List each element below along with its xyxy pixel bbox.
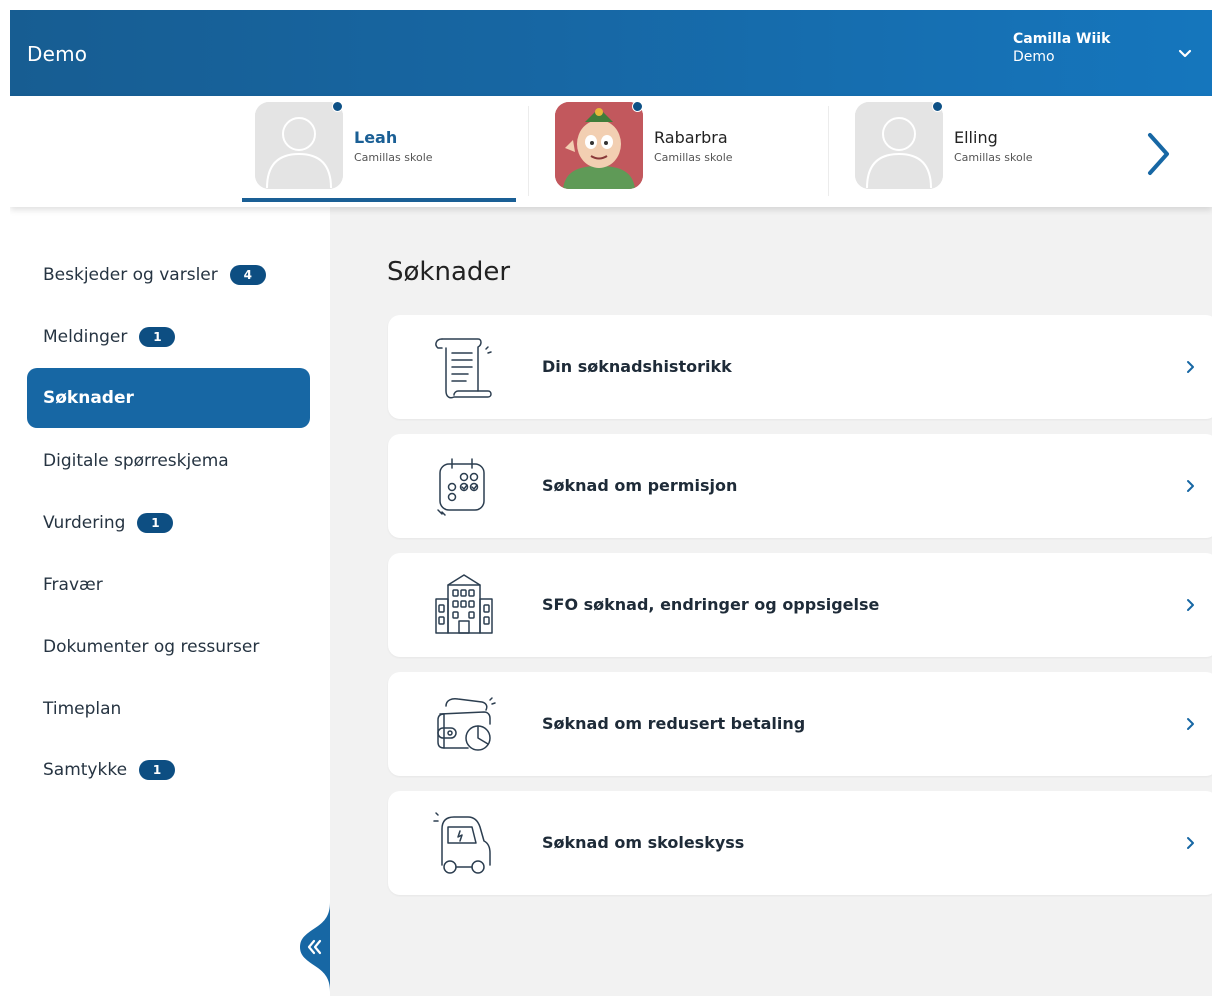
person-silhouette-icon [855, 102, 943, 189]
count-badge: 1 [139, 327, 176, 347]
child-name: Leah [354, 128, 398, 147]
sidebar-item-beskjeder[interactable]: Beskjeder og varsler 4 [27, 245, 310, 305]
app-title: Demo [27, 42, 88, 66]
count-badge: 1 [139, 760, 176, 780]
card-soknadshistorikk[interactable]: Din søknadshistorikk [388, 315, 1212, 419]
collapse-sidebar-button[interactable] [290, 902, 330, 992]
child-name: Rabarbra [654, 128, 728, 147]
user-name: Camilla Wiik [1013, 31, 1111, 47]
card-permisjon[interactable]: Søknad om permisjon [388, 434, 1212, 538]
sidebar-item-meldinger[interactable]: Meldinger 1 [27, 307, 310, 367]
sidebar-item-label: Timeplan [43, 699, 122, 719]
chevron-right-icon [1187, 718, 1194, 730]
sidebar-item-label: Meldinger [43, 327, 128, 347]
sidebar-item-digitale-sporreskjema[interactable]: Digitale spørreskjema [27, 431, 310, 491]
school-building-icon [435, 574, 493, 634]
child-name: Elling [954, 128, 998, 147]
sidebar-nav: Beskjeder og varsler 4 Meldinger 1 Søkna… [10, 207, 330, 996]
child-school: Camillas skole [354, 151, 433, 164]
sidebar-item-fravaer[interactable]: Fravær [27, 555, 310, 615]
sidebar-item-vurdering[interactable]: Vurdering 1 [27, 493, 310, 553]
notification-dot [932, 101, 943, 112]
sidebar-item-dokumenter[interactable]: Dokumenter og ressurser [27, 617, 310, 677]
card-skoleskyss[interactable]: Søknad om skoleskyss [388, 791, 1212, 895]
wallet-coins-icon [437, 697, 496, 751]
child-tab-leah[interactable]: Leah Camillas skole [242, 96, 516, 207]
sidebar-item-label: Digitale spørreskjema [43, 451, 229, 471]
cartoon-girl-avatar-icon [555, 102, 643, 189]
chevron-right-icon[interactable] [1143, 131, 1173, 177]
divider [828, 106, 829, 196]
sidebar-item-label: Fravær [43, 575, 103, 595]
chevron-right-icon [1187, 361, 1194, 373]
avatar-cartoon [555, 102, 643, 189]
sidebar-item-label: Vurdering [43, 513, 126, 533]
sidebar-item-label: Dokumenter og ressurser [43, 637, 260, 657]
page-title: Søknader [387, 257, 511, 287]
card-label: Søknad om permisjon [542, 476, 738, 495]
card-label: Søknad om skoleskyss [542, 833, 745, 852]
chevron-right-icon [1187, 599, 1194, 611]
sidebar-item-timeplan[interactable]: Timeplan [27, 679, 310, 739]
child-tab-rabarbra[interactable]: Rabarbra Camillas skole [542, 96, 816, 207]
card-label: Din søknadshistorikk [542, 357, 732, 376]
person-silhouette-icon [255, 102, 343, 189]
sidebar-item-label: Beskjeder og varsler [43, 265, 218, 285]
chevron-right-icon [1187, 480, 1194, 492]
divider [528, 106, 529, 196]
sidebar-item-label: Søknader [43, 388, 134, 408]
child-switcher: Leah Camillas skole Rabarbra Camillas sk… [10, 96, 1212, 207]
card-label: SFO søknad, endringer og oppsigelse [542, 595, 880, 614]
card-redusert-betaling[interactable]: Søknad om redusert betaling [388, 672, 1212, 776]
notification-dot [332, 101, 343, 112]
child-school: Camillas skole [654, 151, 733, 164]
top-header: Demo Camilla Wiik Demo [10, 10, 1212, 96]
count-badge: 1 [137, 513, 174, 533]
app-frame: Demo Camilla Wiik Demo Leah Camillas sko… [10, 10, 1212, 996]
scroll-icon [435, 338, 492, 399]
avatar-placeholder [255, 102, 343, 189]
calendar-check-icon [437, 458, 485, 516]
card-label: Søknad om redusert betaling [542, 714, 806, 733]
notification-dot [632, 101, 643, 112]
sidebar-item-label: Samtykke [43, 760, 128, 780]
child-school: Camillas skole [954, 151, 1033, 164]
user-menu[interactable]: Camilla Wiik Demo [1013, 30, 1110, 66]
chevron-right-icon [1187, 837, 1194, 849]
chevron-down-icon[interactable] [1176, 44, 1194, 62]
avatar-placeholder [855, 102, 943, 189]
count-badge: 4 [229, 265, 266, 285]
child-tab-elling[interactable]: Elling Camillas skole [842, 96, 1116, 207]
sidebar-item-soknader[interactable]: Søknader [27, 368, 310, 428]
main-content: Søknader Din søknadshistorikk Søknad om … [330, 207, 1212, 996]
sidebar-item-samtykke[interactable]: Samtykke 1 [27, 740, 310, 800]
car-icon [433, 812, 491, 874]
active-tab-underline [242, 198, 516, 202]
user-subtitle: Demo [1013, 49, 1055, 65]
card-sfo-soknad[interactable]: SFO søknad, endringer og oppsigelse [388, 553, 1212, 657]
